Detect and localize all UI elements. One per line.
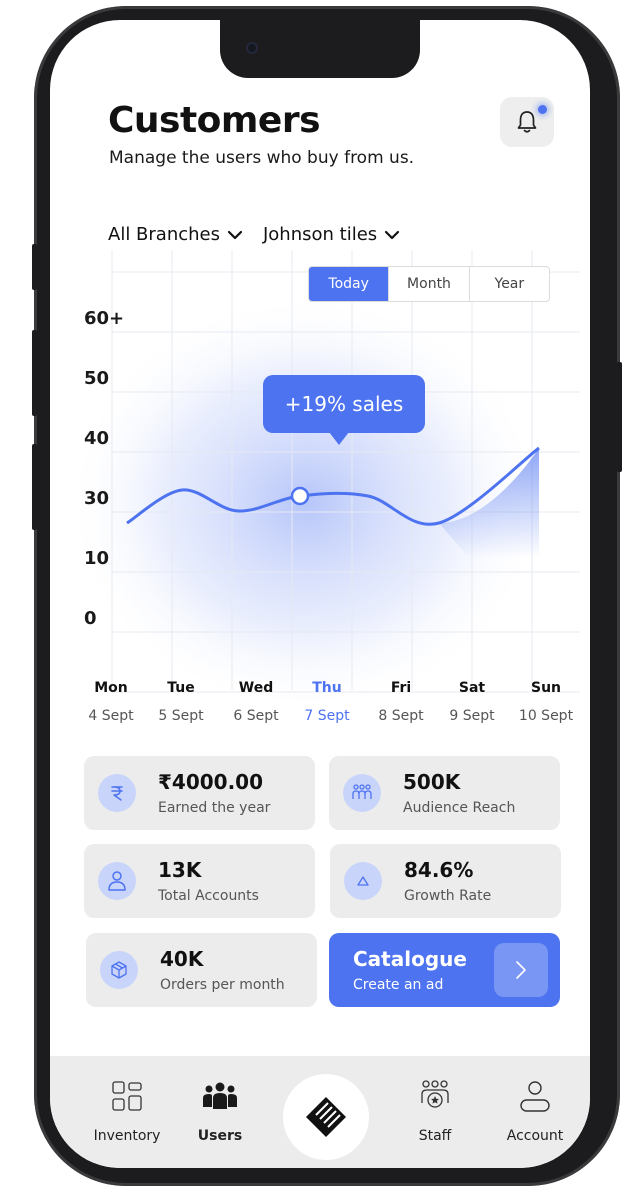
- y-tick-label: 50: [84, 368, 110, 389]
- day-label: Thu: [312, 680, 342, 696]
- side-button: [32, 330, 37, 416]
- camera: [246, 42, 258, 54]
- y-tick-label: 40: [84, 428, 110, 449]
- people-group-icon: [343, 774, 381, 812]
- stat-value: 40K: [160, 947, 204, 971]
- day-label: Sun: [530, 680, 562, 696]
- stat-label: Total Accounts: [158, 888, 259, 904]
- tab-today[interactable]: Today: [309, 267, 389, 301]
- box-icon: [100, 951, 138, 989]
- tab-users[interactable]: Users: [175, 1076, 265, 1144]
- tab-inventory[interactable]: Inventory: [82, 1076, 172, 1144]
- date-label: 8 Sept: [378, 708, 424, 724]
- staff-icon: [390, 1076, 480, 1116]
- grid-icon: [82, 1076, 172, 1116]
- arrow-button[interactable]: [494, 943, 548, 997]
- x-axis-day: Mon 4 Sept: [74, 680, 148, 724]
- triangle-icon: [344, 862, 382, 900]
- home-logo-button[interactable]: [283, 1074, 369, 1160]
- filters-bar: All Branches Johnson tiles: [108, 224, 400, 245]
- tab-account[interactable]: Account: [490, 1076, 580, 1144]
- users-icon: [175, 1076, 265, 1116]
- screen: Customers Manage the users who buy from …: [50, 20, 590, 1168]
- sales-chart: [75, 250, 580, 705]
- day-label: Sat: [458, 680, 486, 696]
- stat-card-accounts[interactable]: 13K Total Accounts: [84, 844, 315, 918]
- side-button: [32, 444, 37, 530]
- day-label: Tue: [167, 680, 195, 696]
- notifications-button[interactable]: [500, 97, 554, 147]
- day-label: Mon: [94, 680, 128, 696]
- date-label: 4 Sept: [88, 708, 134, 724]
- tab-year[interactable]: Year: [468, 267, 549, 301]
- stat-label: Audience Reach: [403, 800, 516, 816]
- date-label: 7 Sept: [304, 708, 350, 724]
- side-button: [32, 244, 37, 290]
- customer-dropdown[interactable]: Johnson tiles: [263, 224, 400, 245]
- notification-dot: [538, 105, 547, 114]
- period-toggle: Today Month Year: [308, 266, 550, 302]
- rupee-icon: [98, 774, 136, 812]
- chevron-right-icon: [516, 961, 526, 979]
- day-label: Fri: [390, 680, 412, 696]
- stat-card-orders[interactable]: 40K Orders per month: [86, 933, 317, 1007]
- notch: [220, 20, 420, 78]
- branch-dropdown[interactable]: All Branches: [108, 224, 243, 245]
- stat-card-growth[interactable]: 84.6% Growth Rate: [330, 844, 561, 918]
- y-tick-label: 0: [84, 608, 97, 629]
- stat-value: ₹4000.00: [158, 770, 264, 794]
- x-axis-day: Wed 6 Sept: [219, 680, 293, 724]
- tab-label: Inventory: [93, 1128, 161, 1144]
- sales-tooltip: +19% sales: [263, 375, 425, 445]
- stat-label: Orders per month: [160, 977, 285, 993]
- page-title: Customers: [108, 100, 321, 141]
- chevron-down-icon: [227, 230, 243, 239]
- customer-dropdown-label: Johnson tiles: [262, 224, 378, 245]
- stat-card-earned[interactable]: ₹4000.00 Earned the year: [84, 756, 315, 830]
- tab-staff[interactable]: Staff: [390, 1076, 480, 1144]
- x-axis-day: Sat 9 Sept: [435, 680, 509, 724]
- catalogue-title: Catalogue: [353, 947, 467, 971]
- tab-label: Account: [506, 1128, 564, 1144]
- date-label: 9 Sept: [449, 708, 495, 724]
- tab-label: Staff: [418, 1128, 452, 1144]
- chevron-down-icon: [385, 230, 400, 239]
- stat-label: Growth Rate: [404, 888, 492, 904]
- stat-value: 500K: [403, 770, 461, 794]
- day-label: Wed: [238, 680, 274, 696]
- tab-month[interactable]: Month: [388, 267, 468, 301]
- logo-icon: [306, 1097, 346, 1137]
- date-label: 5 Sept: [158, 708, 204, 724]
- x-axis-day: Fri 8 Sept: [364, 680, 438, 724]
- side-button: [617, 362, 622, 472]
- tab-label: Users: [197, 1128, 243, 1144]
- x-axis-day-selected: Thu 7 Sept: [290, 680, 364, 724]
- user-icon: [98, 862, 136, 900]
- x-axis-day: Sun 10 Sept: [509, 680, 583, 724]
- stat-value: 13K: [158, 858, 202, 882]
- date-label: 6 Sept: [233, 708, 279, 724]
- catalogue-subtitle: Create an ad: [353, 977, 444, 993]
- stat-value: 84.6%: [404, 858, 474, 882]
- y-tick-label: 10: [84, 548, 110, 569]
- bell-icon: [517, 111, 537, 133]
- page-subtitle: Manage the users who buy from us.: [109, 148, 415, 168]
- branch-dropdown-label: All Branches: [108, 224, 220, 245]
- y-tick-label: 30: [84, 488, 110, 509]
- stat-card-audience[interactable]: 500K Audience Reach: [329, 756, 560, 830]
- date-label: 10 Sept: [518, 708, 574, 724]
- y-tick-label: 60+: [84, 308, 125, 329]
- stat-label: Earned the year: [158, 800, 271, 816]
- catalogue-button[interactable]: Catalogue Create an ad: [329, 933, 560, 1007]
- x-axis-day: Tue 5 Sept: [144, 680, 218, 724]
- highlighted-point: [290, 486, 310, 506]
- account-icon: [490, 1076, 580, 1116]
